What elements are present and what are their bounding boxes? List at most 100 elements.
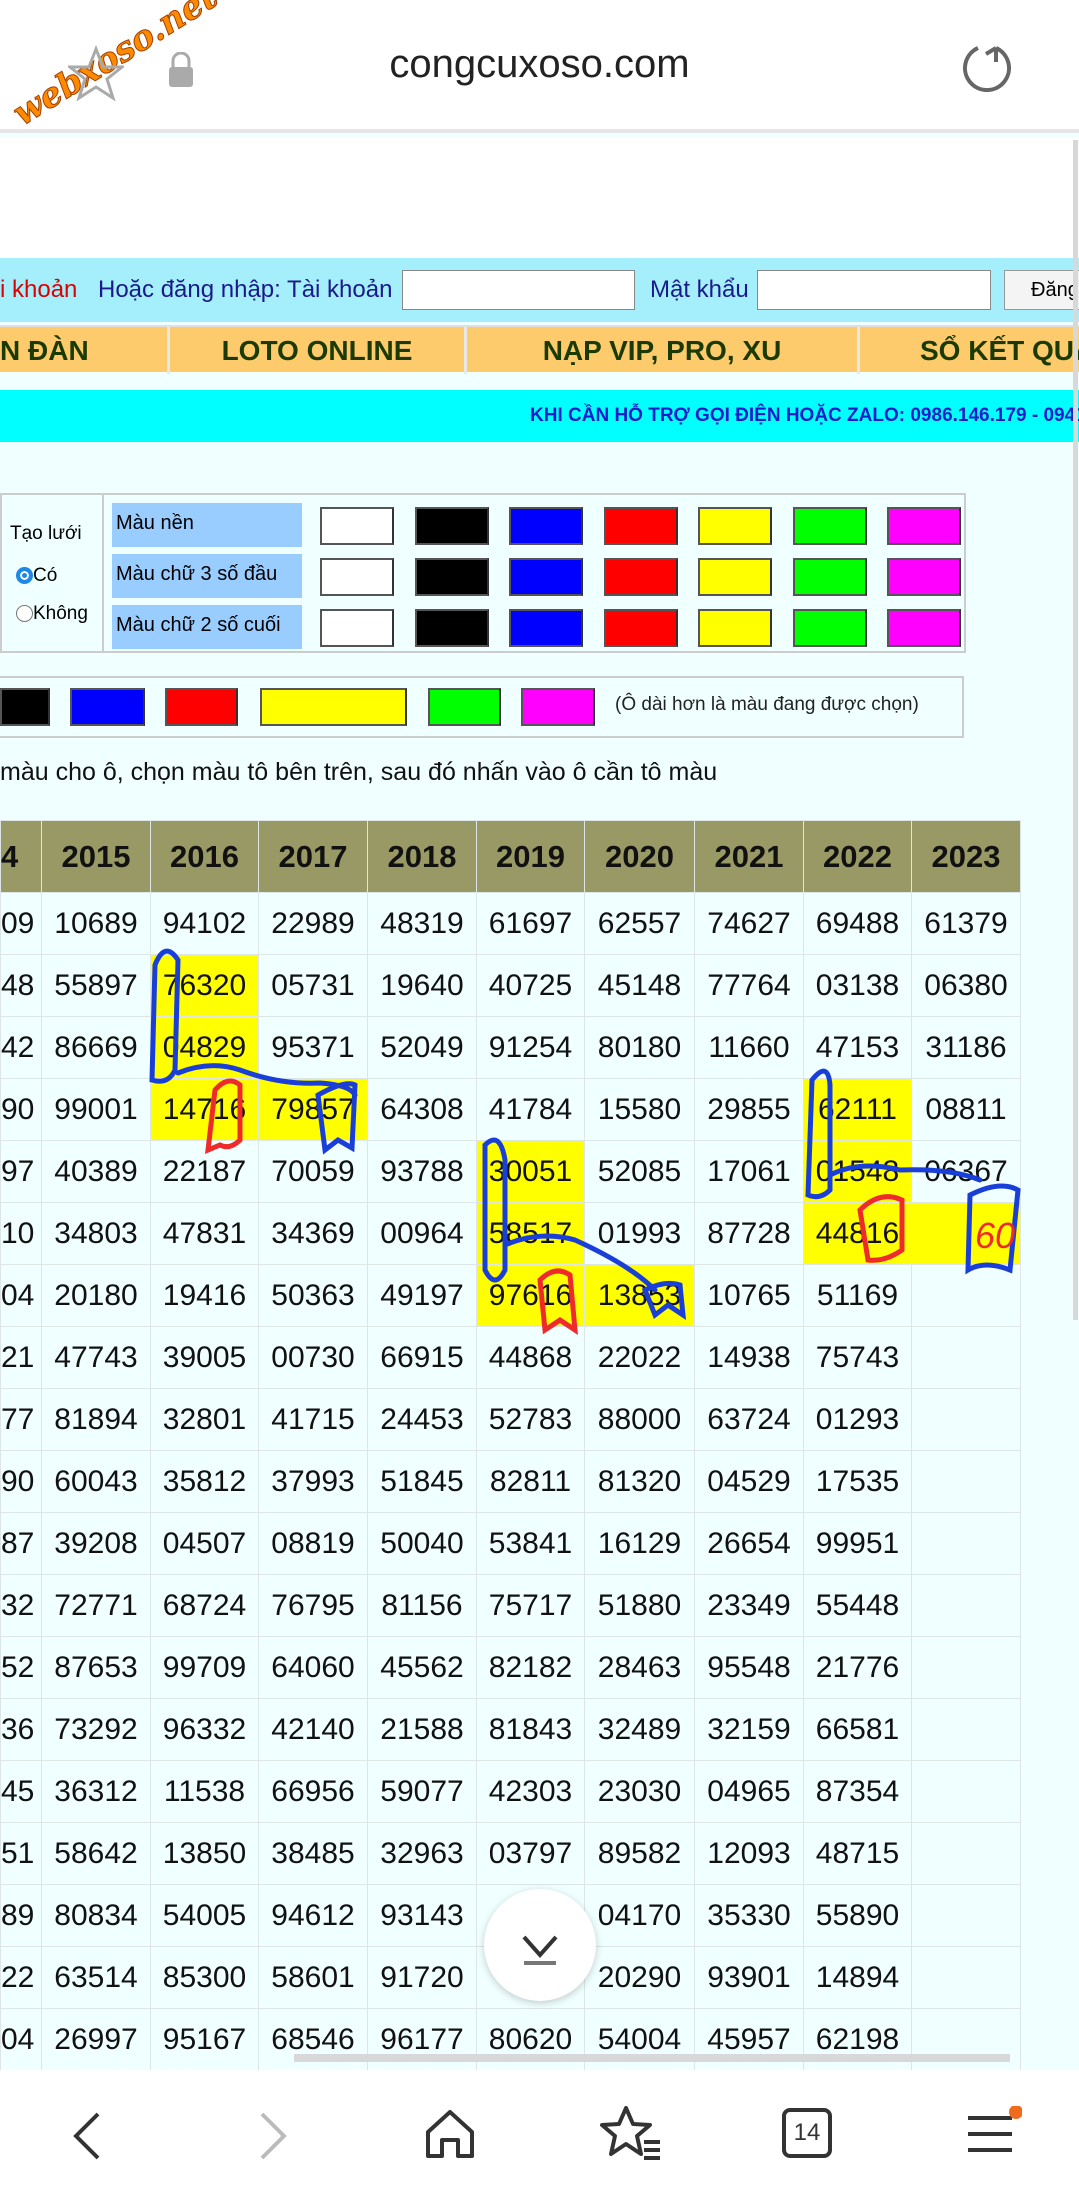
result-cell[interactable]: [911, 1450, 1021, 1513]
result-cell[interactable]: 38485: [258, 1822, 368, 1885]
result-cell[interactable]: 05731: [258, 954, 368, 1017]
result-cell[interactable]: 72771: [41, 1574, 151, 1637]
result-cell[interactable]: 55890: [803, 1884, 912, 1947]
result-cell[interactable]: 81843: [476, 1698, 585, 1761]
result-cell[interactable]: 90: [0, 1450, 42, 1513]
result-cell[interactable]: 11660: [694, 1016, 804, 1079]
result-cell[interactable]: 95371: [258, 1016, 368, 1079]
result-cell[interactable]: 60043: [41, 1450, 151, 1513]
result-cell[interactable]: 04: [0, 1264, 42, 1327]
result-cell[interactable]: 51: [0, 1822, 42, 1885]
color-swatch[interactable]: [414, 609, 489, 647]
result-cell[interactable]: 48715: [803, 1822, 912, 1885]
result-cell[interactable]: 14894: [803, 1946, 912, 2009]
result-cell[interactable]: 41784: [476, 1078, 585, 1141]
result-cell[interactable]: 93143: [367, 1884, 477, 1947]
palette-swatch[interactable]: [0, 688, 50, 726]
result-cell[interactable]: 99001: [41, 1078, 151, 1141]
reload-icon[interactable]: [960, 40, 1016, 96]
result-cell[interactable]: 68724: [150, 1574, 259, 1637]
result-cell[interactable]: 59077: [367, 1760, 477, 1823]
result-cell[interactable]: 17535: [803, 1450, 912, 1513]
color-swatch[interactable]: [698, 507, 772, 545]
palette-swatch[interactable]: [521, 688, 595, 726]
result-cell[interactable]: 32489: [584, 1698, 695, 1761]
result-cell[interactable]: 06380: [911, 954, 1021, 1017]
result-cell[interactable]: 47743: [41, 1326, 151, 1389]
color-swatch[interactable]: [320, 507, 394, 545]
color-swatch[interactable]: [698, 609, 772, 647]
color-swatch[interactable]: [887, 558, 961, 596]
result-cell[interactable]: 97616: [476, 1264, 585, 1327]
result-cell[interactable]: 19640: [367, 954, 477, 1017]
result-cell[interactable]: 76795: [258, 1574, 368, 1637]
result-cell[interactable]: 23030: [584, 1760, 695, 1823]
result-cell[interactable]: 91254: [476, 1016, 585, 1079]
color-swatch[interactable]: [792, 609, 867, 647]
result-cell[interactable]: 81320: [584, 1450, 695, 1513]
result-cell[interactable]: 80180: [584, 1016, 695, 1079]
color-swatch[interactable]: [414, 558, 489, 596]
result-cell[interactable]: 35812: [150, 1450, 259, 1513]
result-cell[interactable]: 37993: [258, 1450, 368, 1513]
color-swatch[interactable]: [509, 507, 583, 545]
result-cell[interactable]: [911, 1946, 1021, 2009]
result-cell[interactable]: 04: [0, 2008, 42, 2071]
result-cell[interactable]: 32963: [367, 1822, 477, 1885]
result-cell[interactable]: 70059: [258, 1140, 368, 1203]
result-cell[interactable]: 93901: [694, 1946, 804, 2009]
result-cell[interactable]: 34803: [41, 1202, 151, 1265]
result-cell[interactable]: [911, 1884, 1021, 1947]
result-cell[interactable]: 21: [0, 1326, 42, 1389]
result-cell[interactable]: 96332: [150, 1698, 259, 1761]
result-cell[interactable]: 66956: [258, 1760, 368, 1823]
result-cell[interactable]: 35330: [694, 1884, 804, 1947]
forward-icon[interactable]: [250, 2108, 294, 2164]
menu-icon[interactable]: [962, 2106, 1022, 2162]
result-cell[interactable]: 90: [0, 1078, 42, 1141]
result-cell[interactable]: 06367: [911, 1140, 1021, 1203]
color-swatch[interactable]: [698, 558, 772, 596]
color-swatch[interactable]: [603, 558, 678, 596]
result-cell[interactable]: 10689: [41, 892, 151, 955]
result-cell[interactable]: 09: [0, 892, 42, 955]
nav-forum[interactable]: N ĐÀN: [0, 327, 170, 374]
result-cell[interactable]: 94102: [150, 892, 259, 955]
result-cell[interactable]: 42140: [258, 1698, 368, 1761]
result-cell[interactable]: 80834: [41, 1884, 151, 1947]
result-cell[interactable]: [911, 1264, 1021, 1327]
result-cell[interactable]: 01293: [803, 1388, 912, 1451]
result-cell[interactable]: 21776: [803, 1636, 912, 1699]
result-cell[interactable]: 64060: [258, 1636, 368, 1699]
result-cell[interactable]: 04829: [150, 1016, 259, 1079]
result-cell[interactable]: 22: [0, 1946, 42, 2009]
result-cell[interactable]: 40725: [476, 954, 585, 1017]
grid-no-radio[interactable]: Không: [16, 603, 88, 625]
result-cell[interactable]: 04170: [584, 1884, 695, 1947]
result-cell[interactable]: 19416: [150, 1264, 259, 1327]
result-cell[interactable]: 52085: [584, 1140, 695, 1203]
result-cell[interactable]: 47831: [150, 1202, 259, 1265]
result-cell[interactable]: 22989: [258, 892, 368, 955]
result-cell[interactable]: 95167: [150, 2008, 259, 2071]
result-cell[interactable]: 91720: [367, 1946, 477, 2009]
result-cell[interactable]: 58517: [476, 1202, 585, 1265]
register-link[interactable]: i khoản: [0, 258, 77, 322]
result-cell[interactable]: 31186: [911, 1016, 1021, 1079]
result-cell[interactable]: 39208: [41, 1512, 151, 1575]
result-cell[interactable]: 22187: [150, 1140, 259, 1203]
result-cell[interactable]: 86669: [41, 1016, 151, 1079]
result-cell[interactable]: 13853: [584, 1264, 695, 1327]
result-cell[interactable]: 03138: [803, 954, 912, 1017]
result-cell[interactable]: 32159: [694, 1698, 804, 1761]
color-swatch[interactable]: [603, 507, 678, 545]
color-swatch[interactable]: [887, 609, 961, 647]
url-bar[interactable]: congcuxoso.com: [0, 42, 1079, 87]
result-cell[interactable]: 48: [0, 954, 42, 1017]
result-cell[interactable]: 64308: [367, 1078, 477, 1141]
result-cell[interactable]: 45148: [584, 954, 695, 1017]
result-cell[interactable]: 52049: [367, 1016, 477, 1079]
result-cell[interactable]: 97: [0, 1140, 42, 1203]
result-cell[interactable]: 00730: [258, 1326, 368, 1389]
nav-so-ket-qua[interactable]: SỔ KẾT QUẢ: [860, 327, 1079, 374]
